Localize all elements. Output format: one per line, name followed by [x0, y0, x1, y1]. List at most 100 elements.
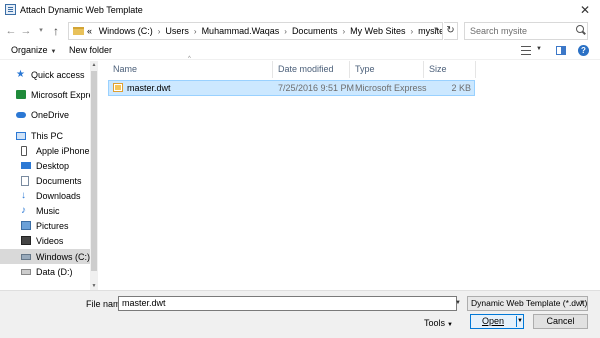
- refresh-icon[interactable]: ↻: [444, 22, 458, 40]
- file-name: master.dwt: [127, 83, 171, 93]
- file-row-master-dwt[interactable]: master.dwt 7/25/2016 9:51 PM Microsoft E…: [108, 80, 475, 96]
- phone-icon: [21, 145, 27, 156]
- sidebar-item-onedrive[interactable]: OneDrive: [0, 107, 90, 122]
- folder-icon: [73, 27, 84, 35]
- sidebar-item-apple-iphone[interactable]: Apple iPhone: [0, 143, 90, 158]
- sidebar-item-pictures[interactable]: Pictures: [0, 218, 90, 233]
- dialog-footer: File name: master.dwt ▼ Dynamic Web Temp…: [0, 290, 600, 338]
- back-arrow-icon[interactable]: ←: [4, 24, 18, 38]
- organize-label: Organize: [11, 45, 48, 55]
- title-bar: Attach Dynamic Web Template ✕: [0, 0, 600, 20]
- sidebar-item-label: Pictures: [36, 220, 69, 231]
- breadcrumb-documents[interactable]: Documents: [292, 26, 338, 36]
- cloud-icon: [16, 111, 26, 118]
- close-button[interactable]: ✕: [578, 3, 592, 17]
- sidebar-item-label: Desktop: [36, 160, 70, 171]
- open-button-label: Open: [481, 316, 505, 326]
- download-icon: ↓: [21, 190, 26, 201]
- view-options-icon[interactable]: [521, 46, 531, 55]
- preview-pane-icon[interactable]: [556, 46, 566, 55]
- breadcrumb-separator[interactable]: ›: [158, 27, 161, 36]
- sidebar-scrollbar[interactable]: ▲ ▼: [90, 61, 98, 290]
- file-type: Microsoft Expressi...: [355, 83, 427, 93]
- file-size: 2 KB: [451, 83, 471, 93]
- star-icon: ★: [16, 69, 25, 80]
- scroll-up-icon[interactable]: ▲: [90, 61, 98, 69]
- chevron-down-icon: ▼: [579, 300, 585, 306]
- sidebar-item-data-d[interactable]: Data (D:): [0, 264, 90, 279]
- sidebar-item-windows-c[interactable]: Windows (C:): [0, 249, 90, 264]
- sidebar-item-quick-access[interactable]: ★ Quick access: [0, 67, 90, 82]
- file-type-filter-value: Dynamic Web Template (*.dwt): [471, 298, 588, 308]
- sidebar-item-documents[interactable]: Documents: [0, 173, 90, 188]
- view-dropdown-icon[interactable]: ▼: [536, 46, 542, 52]
- scrollbar-thumb[interactable]: [91, 71, 97, 271]
- breadcrumb-separator[interactable]: ›: [342, 27, 345, 36]
- up-arrow-icon[interactable]: ↑: [49, 24, 63, 38]
- scroll-down-icon[interactable]: ▼: [90, 282, 98, 290]
- file-list: ^ Name Date modified Type Size master.dw…: [99, 56, 600, 290]
- help-icon[interactable]: ?: [578, 45, 589, 56]
- forward-arrow-icon[interactable]: →: [19, 24, 33, 38]
- recent-locations-chevron-icon[interactable]: ▾: [34, 24, 48, 38]
- documents-icon: [21, 175, 29, 186]
- sidebar-item-label: Microsoft Expressi: [31, 89, 90, 100]
- search-placeholder: Search mysite: [470, 26, 528, 36]
- breadcrumb-separator[interactable]: ›: [284, 27, 287, 36]
- expression-web-icon: [16, 90, 26, 99]
- sidebar-item-label: Music: [36, 205, 60, 216]
- breadcrumb-separator[interactable]: ›: [411, 27, 414, 36]
- sidebar-item-label: Apple iPhone: [36, 145, 90, 156]
- window-title: Attach Dynamic Web Template: [20, 4, 143, 15]
- address-row: ← → ▾ ↑ « › Windows (C:) › Users › Muham…: [0, 20, 600, 42]
- breadcrumb-users[interactable]: Users: [165, 26, 189, 36]
- breadcrumb-user-folder[interactable]: Muhammad.Waqas: [202, 26, 280, 36]
- column-header-date-modified[interactable]: Date modified: [273, 61, 350, 78]
- sidebar-item-label: Downloads: [36, 190, 81, 201]
- breadcrumb-my-web-sites[interactable]: My Web Sites: [350, 26, 405, 36]
- search-input[interactable]: Search mysite: [464, 22, 588, 40]
- sidebar-item-microsoft-expression[interactable]: Microsoft Expressi: [0, 87, 90, 102]
- breadcrumb-separator[interactable]: ›: [194, 27, 197, 36]
- sidebar-item-label: Data (D:): [36, 266, 73, 277]
- open-button[interactable]: Open ▼: [470, 314, 524, 329]
- music-icon: ♪: [21, 205, 26, 216]
- file-type-filter-select[interactable]: Dynamic Web Template (*.dwt) ▼: [467, 296, 588, 311]
- drive-icon: [21, 253, 31, 260]
- computer-icon: [16, 131, 26, 140]
- open-options-dropdown-icon[interactable]: ▼: [516, 316, 523, 327]
- breadcrumb-overflow[interactable]: «: [87, 26, 92, 36]
- organize-button[interactable]: Organize ▼: [11, 45, 56, 55]
- cancel-button[interactable]: Cancel: [533, 314, 588, 329]
- sidebar-item-label: Documents: [36, 175, 82, 186]
- search-icon: [576, 25, 584, 33]
- chevron-down-icon: ▼: [50, 49, 57, 55]
- tools-label: Tools: [424, 318, 446, 328]
- web-template-file-icon: [113, 83, 123, 92]
- sidebar-item-label: Videos: [36, 235, 64, 246]
- sidebar-item-desktop[interactable]: Desktop: [0, 158, 90, 173]
- sidebar-item-this-pc[interactable]: This PC: [0, 128, 90, 143]
- tools-button[interactable]: Tools ▼: [424, 318, 453, 328]
- column-header-name[interactable]: Name: [108, 61, 273, 78]
- sidebar-item-videos[interactable]: Videos: [0, 233, 90, 248]
- videos-icon: [21, 236, 31, 245]
- column-header-type[interactable]: Type: [350, 61, 424, 78]
- new-folder-button[interactable]: New folder: [69, 45, 112, 55]
- pictures-icon: [21, 221, 31, 230]
- sidebar-item-downloads[interactable]: ↓ Downloads: [0, 188, 90, 203]
- desktop-icon: [21, 162, 31, 169]
- navigation-pane: ★ Quick access Microsoft Expressi OneDri…: [0, 61, 98, 290]
- column-header-size[interactable]: Size: [424, 61, 476, 78]
- dialog-icon: [5, 4, 16, 15]
- command-bar: Organize ▼ New folder ▼ ?: [0, 42, 600, 60]
- address-dropdown-icon[interactable]: ▾: [431, 23, 441, 37]
- address-bar[interactable]: « › Windows (C:) › Users › Muhammad.Waqa…: [68, 22, 443, 40]
- sidebar-item-label: Windows (C:): [36, 251, 90, 262]
- file-name-field[interactable]: master.dwt: [118, 296, 457, 311]
- file-name-dropdown-icon[interactable]: ▼: [452, 296, 464, 311]
- file-date-modified: 7/25/2016 9:51 PM: [278, 83, 354, 93]
- breadcrumb-windows-c[interactable]: Windows (C:): [99, 26, 153, 36]
- sidebar-item-label: This PC: [31, 130, 64, 141]
- sidebar-item-music[interactable]: ♪ Music: [0, 203, 90, 218]
